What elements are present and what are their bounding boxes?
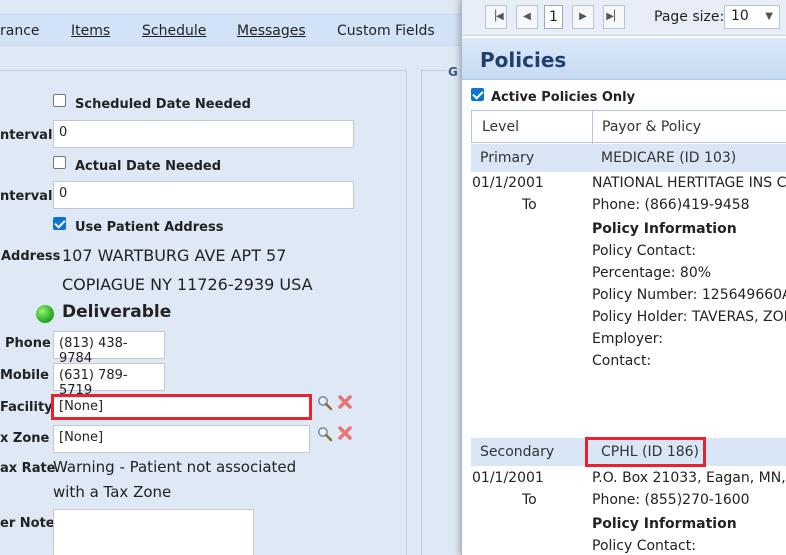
menu-bar: rance Items Schedule Messages Custom Fie… [0,14,461,46]
primary-payor: MEDICARE (ID 103) [601,150,737,166]
menu-item-items[interactable]: Items [71,23,110,39]
policies-panel: ▕◀ ◀ 1 ▶ ▶▏ Page size: 10 ▼ Policies Act… [461,0,786,555]
interval-2-label: nterval [0,189,53,204]
deliverable-status-icon [36,305,54,323]
menu-item-messages[interactable]: Messages [237,23,306,39]
active-policies-only-label: Active Policies Only [491,90,636,105]
page-size-select[interactable]: 10 ▼ [724,5,780,29]
chevron-down-icon: ▼ [765,11,773,22]
address-line-2: COPIAGUE NY 11726-2939 USA [62,275,313,294]
mobile-label: Mobile [0,368,49,383]
tax-zone-input[interactable]: [None] [53,425,310,453]
pager-bar: ▕◀ ◀ 1 ▶ ▶▏ Page size: 10 ▼ [462,0,786,36]
primary-date-from: 01/1/2001 [472,175,544,191]
menu-item-schedule[interactable]: Schedule [142,23,206,39]
last-page-button[interactable]: ▶▏ [603,5,625,29]
interval-1-label: nterval [0,128,53,143]
mobile-input[interactable]: (631) 789-5719 [53,363,165,398]
secondary-policy-contact: Policy Contact: [592,538,696,554]
primary-phone: Phone: (866)419-9458 [592,197,750,213]
tax-rate-label: ax Rate [0,461,56,476]
phone-input[interactable]: (813) 438-9784 [53,331,165,366]
policies-header: Policies [462,38,786,80]
scheduled-date-needed-label: Scheduled Date Needed [75,97,251,112]
section-label: G [447,65,459,79]
facility-label: Facility [0,400,53,415]
policies-title: Policies [480,48,567,72]
primary-percentage: Percentage: 80% [592,265,712,281]
actual-date-needed-checkbox[interactable] [53,156,66,169]
order-note-label: er Note [0,516,55,531]
secondary-level: Secondary [480,444,555,460]
tax-rate-warning-line-1: Warning - Patient not associated [53,458,297,476]
address-label: Address [1,249,61,264]
use-patient-address-label: Use Patient Address [75,220,224,235]
primary-company: NATIONAL HERTITAGE INS CO [592,175,786,191]
tax-zone-clear-icon[interactable] [337,425,353,441]
primary-policy-number: Policy Number: 125649660A [592,287,786,303]
page-size-label: Page size: [654,9,725,25]
menu-item-insurance[interactable]: rance [0,23,40,39]
primary-policy-row[interactable]: Primary MEDICARE (ID 103) [471,144,786,172]
page-size-value: 10 [731,8,749,24]
order-note-textarea[interactable] [53,509,254,555]
primary-policy-info-heading: Policy Information [592,221,737,237]
secondary-policy-info-heading: Policy Information [592,516,737,532]
secondary-phone: Phone: (855)270-1600 [592,492,750,508]
primary-policy-holder: Policy Holder: TAVERAS, ZOIL [592,309,786,325]
secondary-payor-highlight-box [585,437,706,467]
secondary-address: P.O. Box 21033, Eagan, MN, U [592,470,786,486]
policies-table-header: Level Payor & Policy [471,110,786,144]
interval-2-input[interactable]: 0 [53,181,354,209]
first-page-button[interactable]: ▕◀ [485,5,507,29]
column-header-payor-policy[interactable]: Payor & Policy [602,119,701,135]
address-line-1: 107 WARTBURG AVE APT 57 [62,246,287,265]
primary-employer-contact: Contact: [592,353,652,369]
scheduled-date-needed-checkbox[interactable] [53,94,66,107]
primary-employer: Employer: [592,331,663,347]
deliverable-status: Deliverable [62,302,172,322]
primary-policy-contact: Policy Contact: [592,243,696,259]
use-patient-address-checkbox[interactable] [53,217,66,230]
secondary-date-from: 01/1/2001 [472,470,544,486]
primary-level: Primary [480,150,535,166]
column-divider [592,111,593,144]
prev-page-button[interactable]: ◀ [516,5,538,29]
next-page-button[interactable]: ▶ [572,5,594,29]
column-header-level[interactable]: Level [482,119,519,135]
tax-zone-label: x Zone [0,431,50,446]
facility-clear-icon[interactable] [337,394,353,410]
tax-zone-search-icon[interactable] [317,426,333,442]
interval-1-input[interactable]: 0 [53,120,354,148]
primary-date-to: To [522,197,537,213]
side-frame [421,70,461,555]
order-form-panel: rance Items Schedule Messages Custom Fie… [0,0,461,555]
secondary-date-to: To [522,492,537,508]
phone-label: Phone [5,336,51,351]
current-page-number[interactable]: 1 [544,5,563,29]
facility-highlight-box [51,394,312,420]
menu-item-custom-fields[interactable]: Custom Fields [337,23,435,39]
actual-date-needed-label: Actual Date Needed [75,159,222,174]
tax-rate-warning-line-2: with a Tax Zone [53,483,172,501]
facility-search-icon[interactable] [317,395,333,411]
active-policies-only-checkbox[interactable] [471,88,484,101]
